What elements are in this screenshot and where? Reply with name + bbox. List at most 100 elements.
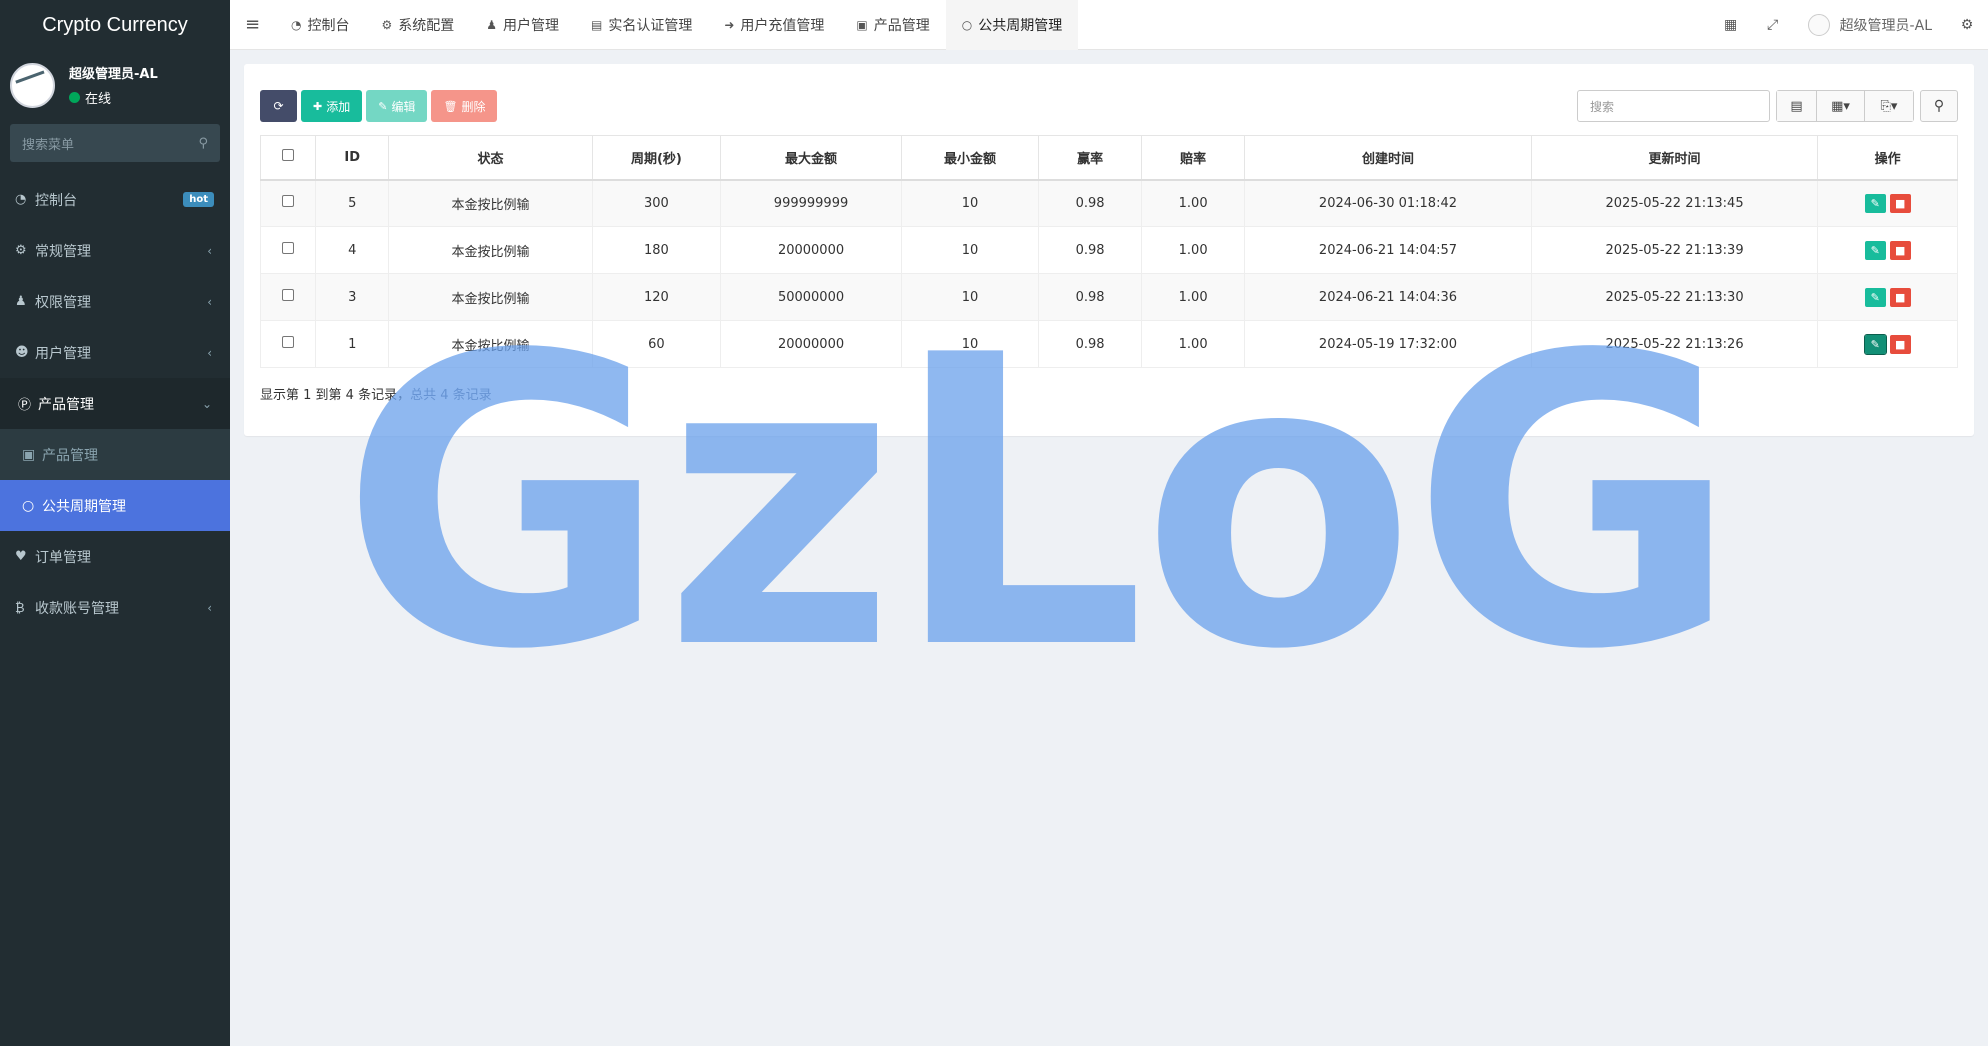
col-min-amount[interactable]: 最小金额 — [901, 135, 1040, 181]
table-row[interactable]: 3 本金按比例输 120 50000000 10 0.98 1.00 2024-… — [259, 273, 1958, 321]
sidebar-item-orders[interactable]: ♥ 订单管理 — [0, 531, 230, 582]
col-created-at[interactable]: 创建时间 — [1244, 135, 1532, 181]
tab-dashboard[interactable]: ◔ 控制台 — [275, 0, 365, 50]
row-delete-button[interactable]: ■ — [1889, 287, 1911, 307]
row-delete-button[interactable]: ■ — [1889, 240, 1911, 260]
table-header-row: ID 状态 周期(秒) 最大金额 最小金额 赢率 赔率 创建时间 更新时间 操作 — [259, 135, 1958, 181]
cell-win-rate: 0.98 — [1038, 273, 1143, 321]
row-delete-button[interactable]: ■ — [1889, 193, 1911, 213]
sidebar-item-permission[interactable]: ♟ 权限管理 ‹ — [0, 276, 230, 327]
cell-actions: ✎ ■ — [1817, 226, 1958, 274]
content-panel: ⟳ ✚ 添加 ✎ 编辑 🗑 删除 搜索 ▤ ▦▾ ⎘▾ ⚲ ID 状态 周期(秒) 最… — [244, 64, 1974, 436]
export-button[interactable]: ⎘▾ — [1865, 91, 1913, 121]
col-actions: 操作 — [1817, 135, 1958, 181]
row-delete-button[interactable]: ■ — [1889, 334, 1911, 354]
cogs-icon[interactable]: ⚙ — [1946, 17, 1988, 33]
row-checkbox[interactable] — [282, 336, 295, 348]
row-edit-button[interactable]: ✎ — [1864, 240, 1886, 260]
col-period[interactable]: 周期(秒) — [591, 135, 722, 181]
table-row[interactable]: 4 本金按比例输 180 20000000 10 0.98 1.00 2024-… — [259, 226, 1958, 274]
cell-min-amount: 10 — [901, 226, 1040, 274]
cell-updated-at: 2025-05-22 21:13:30 — [1530, 273, 1819, 321]
col-win-rate[interactable]: 赢率 — [1038, 135, 1143, 181]
delete-button[interactable]: 🗑 删除 — [431, 90, 498, 122]
tab-system-config[interactable]: ⚙ 系统配置 — [365, 0, 470, 50]
select-all-checkbox-cell[interactable] — [259, 135, 317, 181]
chevron-left-icon: ‹ — [207, 294, 212, 309]
sidebar-item-users[interactable]: ☻ 用户管理 ‹ — [0, 327, 230, 378]
pencil-icon: ✎ — [378, 99, 388, 113]
sidebar-item-dashboard[interactable]: ◔ 控制台 hot — [0, 174, 230, 225]
brand-logo[interactable]: Crypto Currency — [0, 0, 230, 50]
translate-icon[interactable]: ▦ — [1710, 17, 1752, 33]
advanced-search-button[interactable]: ⚲ — [1920, 90, 1958, 122]
toggle-view-button[interactable]: ▤ — [1777, 91, 1817, 121]
online-dot-icon — [69, 92, 80, 103]
tab-label: 系统配置 — [398, 17, 455, 34]
table-row[interactable]: 1 本金按比例输 60 20000000 10 0.98 1.00 2024-0… — [259, 320, 1958, 368]
tab-user-recharge[interactable]: ➜ 用户充值管理 — [708, 0, 840, 50]
tab-products[interactable]: ▣ 产品管理 — [840, 0, 945, 50]
tab-label: 实名认证管理 — [608, 17, 693, 34]
row-checkbox-cell[interactable] — [259, 179, 317, 227]
cell-max-amount: 20000000 — [720, 320, 903, 368]
sidebar-item-products[interactable]: Ⓟ 产品管理 ⌄ — [0, 378, 230, 429]
sidebar-subitem-products[interactable]: ▣ 产品管理 — [0, 429, 230, 480]
search-placeholder: 搜索 — [1590, 99, 1615, 114]
user-menu[interactable]: 超级管理员-AL — [1794, 13, 1946, 36]
sidebar-item-general[interactable]: ⚙ 常规管理 ‹ — [0, 225, 230, 276]
col-status[interactable]: 状态 — [388, 135, 593, 181]
col-id[interactable]: ID — [315, 135, 390, 181]
table-search-input[interactable]: 搜索 — [1577, 90, 1770, 122]
tab-identity-verification[interactable]: ▤ 实名认证管理 — [575, 0, 708, 50]
columns-button[interactable]: ▦▾ — [1817, 91, 1865, 121]
cell-status: 本金按比例输 — [388, 273, 593, 321]
cell-min-amount: 10 — [901, 179, 1040, 227]
cell-actions: ✎ ■ — [1817, 320, 1958, 368]
sidebar-subitem-label: 公共周期管理 — [42, 498, 126, 515]
col-updated-at[interactable]: 更新时间 — [1530, 135, 1819, 181]
cell-status: 本金按比例输 — [388, 320, 593, 368]
sidebar-subitem-label: 产品管理 — [42, 447, 98, 464]
row-edit-button[interactable]: ✎ — [1863, 333, 1887, 355]
row-checkbox[interactable] — [282, 242, 295, 254]
fullscreen-icon[interactable]: ⤢ — [1752, 17, 1794, 33]
row-checkbox-cell[interactable] — [259, 273, 317, 321]
col-max-amount[interactable]: 最大金额 — [720, 135, 903, 181]
menu-search-input[interactable]: 搜索菜单 ⚲ — [10, 124, 220, 162]
refresh-icon: ⟳ — [273, 99, 284, 113]
row-checkbox[interactable] — [282, 289, 295, 301]
sidebar: Crypto Currency 超级管理员-AL 在线 搜索菜单 ⚲ ◔ 控制台… — [0, 0, 230, 1046]
tab-user-management[interactable]: ♟ 用户管理 — [470, 0, 575, 50]
cell-created-at: 2024-06-21 14:04:36 — [1244, 273, 1532, 321]
row-edit-button[interactable]: ✎ — [1864, 287, 1886, 307]
shopping-bag-icon: ▣ — [22, 446, 36, 463]
row-edit-button[interactable]: ✎ — [1864, 193, 1886, 213]
bitcoin-icon: ₿ — [15, 600, 25, 616]
cell-actions: ✎ ■ — [1817, 273, 1958, 321]
select-all-checkbox[interactable] — [282, 149, 295, 162]
sidebar-item-payment-accounts[interactable]: ₿ 收款账号管理 ‹ — [0, 582, 230, 633]
search-icon[interactable]: ⚲ — [198, 136, 208, 151]
row-checkbox-cell[interactable] — [259, 226, 317, 274]
status-label: 在线 — [85, 92, 112, 107]
edit-button[interactable]: ✎ 编辑 — [366, 90, 428, 122]
row-checkbox-cell[interactable] — [259, 320, 317, 368]
sidebar-item-label: 常规管理 — [35, 243, 91, 260]
menu-toggle-icon[interactable]: ≡ — [230, 14, 275, 35]
user-circle-icon: ☻ — [15, 345, 29, 360]
circle-icon: ○ — [22, 497, 35, 514]
add-button[interactable]: ✚ 添加 — [301, 90, 363, 122]
sidebar-subitem-public-period[interactable]: ○ 公共周期管理 — [0, 480, 230, 531]
chevron-left-icon: ‹ — [207, 345, 212, 360]
cell-odds: 1.00 — [1141, 226, 1246, 274]
col-odds[interactable]: 赔率 — [1141, 135, 1246, 181]
table-row[interactable]: 5 本金按比例输 300 999999999 10 0.98 1.00 2024… — [259, 179, 1958, 227]
row-checkbox[interactable] — [282, 195, 295, 208]
shopping-bag-icon: ▣ — [856, 17, 868, 32]
tab-public-period[interactable]: ○ 公共周期管理 — [945, 0, 1079, 50]
cell-created-at: 2024-05-19 17:32:00 — [1244, 320, 1532, 368]
sidebar-item-label: 收款账号管理 — [35, 600, 119, 617]
refresh-button[interactable]: ⟳ — [260, 90, 297, 122]
user-icon: ♟ — [486, 17, 498, 32]
